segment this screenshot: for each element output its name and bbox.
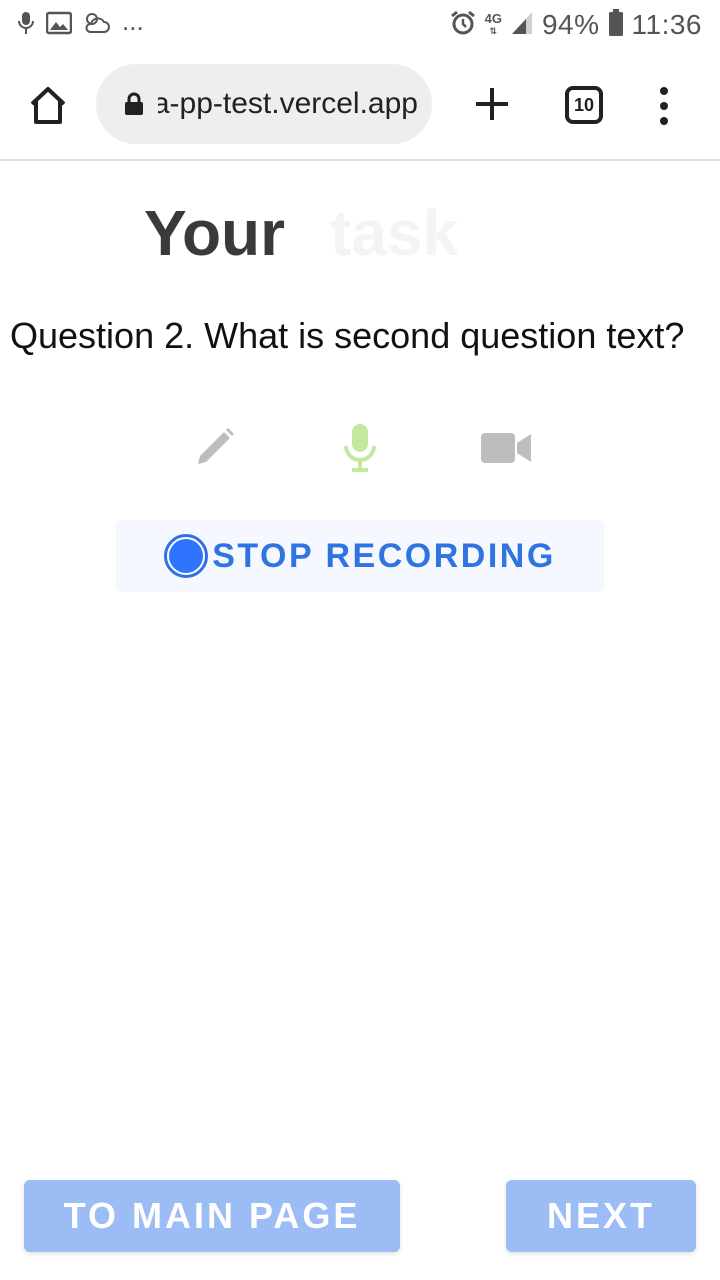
- lock-icon: [124, 92, 144, 116]
- pencil-icon[interactable]: [184, 420, 244, 476]
- question-text: Question 2. What is second question text…: [10, 315, 685, 356]
- network-type: 4G ⇅: [484, 11, 502, 36]
- alarm-icon: [449, 9, 477, 42]
- image-notification-icon: [45, 11, 73, 40]
- notification-overflow: ...: [122, 5, 144, 36]
- recording-indicator-icon: [164, 534, 209, 578]
- signal-icon: [510, 10, 534, 41]
- browser-toolbar: pwa-pp-test.vercel.app 10: [0, 50, 720, 161]
- notification-area: ...: [16, 6, 144, 41]
- new-tab-icon[interactable]: [472, 84, 512, 124]
- video-camera-icon[interactable]: [476, 420, 536, 476]
- answer-mode-selector: [0, 420, 720, 476]
- status-bar: ... 4G ⇅ 94% 11:36: [0, 0, 720, 50]
- stop-recording-label: STOP RECORDING: [212, 536, 556, 575]
- clock: 11:36: [631, 9, 702, 40]
- system-status-area: 4G ⇅ 94% 11:36: [449, 8, 702, 42]
- battery-percent: 94%: [541, 9, 600, 40]
- weather-notification-icon: [82, 10, 112, 41]
- microphone-icon[interactable]: [330, 420, 390, 476]
- page-title-visible: Your: [144, 197, 286, 269]
- battery-icon: [608, 8, 624, 42]
- next-button[interactable]: NEXT: [506, 1180, 696, 1252]
- address-bar[interactable]: pwa-pp-test.vercel.app: [96, 64, 432, 144]
- page-title: Your task: [0, 196, 720, 270]
- more-menu-icon[interactable]: [654, 86, 674, 126]
- to-main-page-button[interactable]: TO MAIN PAGE: [24, 1180, 400, 1252]
- mic-notification-icon: [16, 10, 36, 41]
- page-title-fading: task: [330, 197, 459, 269]
- url-text: pwa-pp-test.vercel.app: [158, 87, 418, 120]
- home-icon[interactable]: [26, 84, 70, 128]
- stop-recording-button[interactable]: STOP RECORDING: [116, 520, 604, 592]
- tab-switcher-icon[interactable]: 10: [565, 86, 603, 124]
